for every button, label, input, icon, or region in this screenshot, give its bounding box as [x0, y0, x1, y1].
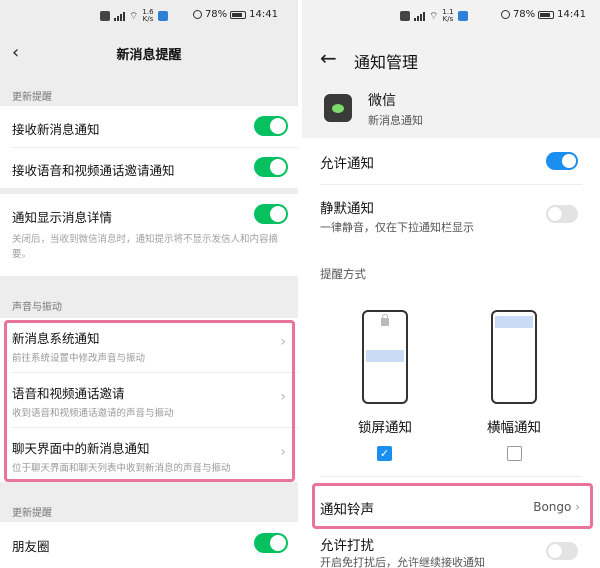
network-speed-unit: K/s — [142, 15, 154, 23]
status-icons-right: 78% 14:41 — [500, 9, 586, 20]
network-speed: 1.6 K/s — [142, 9, 153, 23]
lockscreen-preview-phone[interactable] — [362, 310, 408, 404]
page-title: 通知管理 — [354, 53, 419, 72]
setting-row-moments[interactable]: 朋友圈 — [0, 522, 298, 566]
setting-description: 关闭后，当收到微信消息时，通知提示将不显示发信人和内容摘要。 — [12, 234, 279, 260]
alarm-icon — [500, 10, 510, 19]
battery-percent: 78% — [512, 9, 536, 20]
status-time: 14:41 — [249, 9, 278, 20]
status-icons-left: ⌔ 1.1 K/s — [400, 9, 468, 23]
setting-row-receive-messages[interactable]: 接收新消息通知 — [0, 106, 298, 147]
page-title: 新消息提醒 — [116, 48, 182, 63]
setting-row-silent[interactable]: 静默通知 一律静音，仅在下拉通知栏显示 — [302, 185, 600, 241]
highlight-box — [4, 320, 295, 482]
row-divider — [320, 476, 582, 477]
app-badge-icon — [457, 11, 468, 21]
banner-preview-phone[interactable] — [491, 310, 537, 404]
battery-icon — [230, 10, 247, 19]
status-bar: ⌔ 1.1 K/s 78% 14:41 — [302, 0, 600, 26]
battery-icon — [538, 10, 555, 19]
back-arrow-icon[interactable]: ← — [320, 46, 337, 70]
setting-row-allow-notifications[interactable]: 允许通知 — [302, 138, 600, 184]
lockscreen-option-label: 锁屏通知 — [358, 420, 412, 436]
signal-icon — [114, 11, 125, 21]
setting-label: 通知显示消息详情 — [12, 210, 113, 225]
status-icons-left: ⌔ 1.6 K/s — [100, 9, 168, 23]
lockscreen-checkbox[interactable]: ✓ — [377, 446, 392, 461]
system-notification-management-screen: ⌔ 1.1 K/s 78% 14:41 ← 通知管理 微信 新消息通知 允许通知 … — [302, 0, 600, 568]
banner-checkbox[interactable] — [507, 446, 522, 461]
lock-icon — [381, 314, 389, 326]
wechat-notification-settings-screen: ⌔ 1.6 K/s 78% 14:41 ‹ 新消息提醒 更新提醒 接收新消息通知 … — [0, 0, 298, 568]
status-time: 14:41 — [557, 9, 586, 20]
settings-group-receive: 接收新消息通知 接收语音和视频通话邀请通知 — [0, 106, 298, 188]
toggle-switch-on[interactable] — [254, 204, 288, 224]
reminder-style-label: 提醒方式 — [320, 267, 366, 281]
setting-description: 开启免打扰后，允许继续接收通知 — [320, 556, 485, 568]
network-speed: 1.1 K/s — [442, 9, 453, 23]
setting-row-dnd[interactable]: 允许打扰 开启免打扰后，允许继续接收通知 — [302, 530, 600, 568]
wechat-app-icon — [324, 94, 352, 122]
status-icons-right: 78% 14:41 — [192, 9, 278, 20]
battery-percent: 78% — [204, 9, 228, 20]
settings-group-moments: 朋友圈 — [0, 522, 298, 568]
toggle-switch-off[interactable] — [546, 542, 578, 560]
section-label-update: 更新提醒 — [12, 92, 52, 103]
wifi-icon: ⌔ — [129, 10, 139, 22]
alarm-icon — [192, 10, 202, 19]
toggle-switch-off[interactable] — [546, 205, 578, 223]
toggle-switch-on[interactable] — [254, 533, 288, 553]
setting-label: 允许打扰 — [320, 538, 374, 554]
setting-description: 一律静音，仅在下拉通知栏显示 — [320, 221, 474, 234]
app-subtitle: 新消息通知 — [368, 114, 423, 127]
toggle-switch-on[interactable] — [254, 157, 288, 177]
signal-icon — [414, 11, 425, 21]
setting-label: 静默通知 — [320, 201, 374, 217]
setting-label: 接收语音和视频通话邀请通知 — [12, 163, 175, 178]
toggle-switch-on[interactable] — [254, 116, 288, 136]
setting-row-show-details[interactable]: 通知显示消息详情 关闭后，当收到微信消息时，通知提示将不显示发信人和内容摘要。 — [0, 194, 298, 276]
notification-preview-bar — [495, 316, 533, 328]
setting-label: 接收新消息通知 — [12, 122, 100, 137]
nav-header: ‹ 新消息提醒 — [0, 26, 298, 80]
setting-label: 允许通知 — [320, 156, 374, 172]
network-speed-unit: K/s — [442, 15, 454, 23]
chat-bubble-icon — [332, 103, 344, 113]
app-name: 微信 — [368, 93, 396, 109]
banner-option-label: 横幅通知 — [487, 420, 541, 436]
wifi-icon: ⌔ — [429, 10, 439, 22]
highlight-box — [312, 483, 593, 529]
section-label-sound: 声音与振动 — [12, 302, 62, 313]
notification-preview-bar — [366, 350, 404, 362]
setting-label: 朋友圈 — [12, 539, 50, 554]
status-bar: ⌔ 1.6 K/s 78% 14:41 — [0, 0, 298, 26]
setting-row-receive-calls[interactable]: 接收语音和视频通话邀请通知 — [0, 147, 298, 188]
section-label-update-2: 更新提醒 — [12, 508, 52, 519]
app-badge-icon — [157, 11, 168, 21]
notification-app-icon — [400, 11, 410, 21]
notification-app-icon — [100, 11, 110, 21]
settings-group-detail: 通知显示消息详情 关闭后，当收到微信消息时，通知提示将不显示发信人和内容摘要。 — [0, 194, 298, 276]
toggle-switch-on[interactable] — [546, 152, 578, 170]
